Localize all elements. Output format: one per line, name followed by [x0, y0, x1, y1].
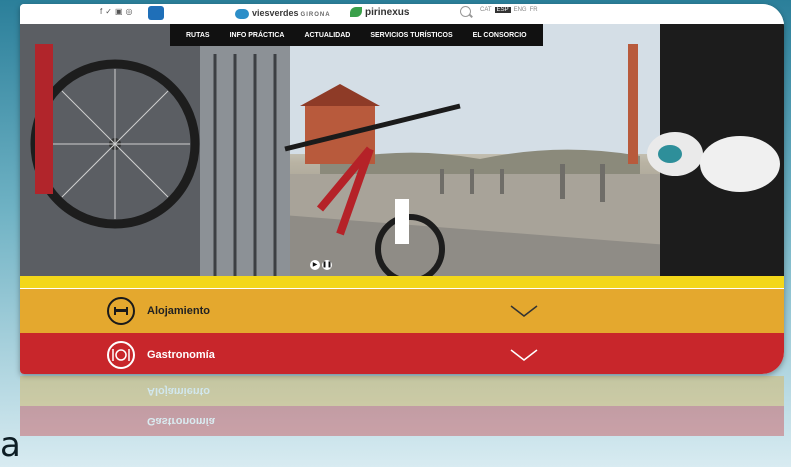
- viesverdes-logo-icon: [235, 8, 249, 19]
- section-label: Gastronomía: [147, 349, 215, 361]
- slider-controls: ▶ ❚❚: [310, 260, 332, 270]
- instagram-icon[interactable]: ◎: [126, 7, 133, 16]
- search-icon[interactable]: [460, 6, 471, 17]
- frame-reflection: Gastronomía Alojamiento: [20, 376, 784, 436]
- lang-eng[interactable]: ENG: [514, 7, 527, 13]
- pirinexus-logo-icon: [350, 7, 362, 18]
- bed-icon: [107, 297, 135, 325]
- reflection-label: Gastronomía: [147, 415, 215, 427]
- language-switcher: CAT ESP ENG FR: [480, 7, 538, 13]
- section-alojamiento[interactable]: Alojamiento: [20, 289, 784, 333]
- lang-cat[interactable]: CAT: [480, 7, 492, 13]
- nav-rutas[interactable]: RUTAS: [176, 32, 220, 39]
- pause-icon[interactable]: ❚❚: [322, 260, 332, 270]
- accent-strip: [20, 276, 784, 288]
- social-links: f ✓ ▣ ◎: [100, 7, 132, 16]
- brand-primary-text: viesverdes: [252, 8, 299, 18]
- hero-image: ▶ ❚❚: [20, 24, 784, 276]
- reflection-row-alojamiento: Alojamiento: [20, 376, 784, 406]
- viesverdes-logo[interactable]: viesverdes GIRONA: [235, 8, 331, 19]
- section-label: Alojamiento: [147, 305, 210, 317]
- lang-esp[interactable]: ESP: [494, 7, 511, 13]
- youtube-icon[interactable]: ▣: [115, 7, 123, 16]
- chevron-down-icon[interactable]: [510, 348, 538, 362]
- main-nav: RUTAS INFO PRÁCTICA ACTUALIDAD SERVICIOS…: [170, 24, 543, 46]
- nav-servicios-turisticos[interactable]: SERVICIOS TURÍSTICOS: [360, 32, 462, 39]
- corner-glyph: a: [0, 425, 21, 465]
- app-badge-icon[interactable]: [148, 6, 164, 20]
- reflection-label: Alojamiento: [147, 385, 210, 397]
- dining-icon: [107, 341, 135, 369]
- nav-actualidad[interactable]: ACTUALIDAD: [294, 32, 360, 39]
- chevron-down-icon[interactable]: [510, 304, 538, 318]
- brand-secondary-text: pirinexus: [365, 7, 410, 18]
- lang-fr[interactable]: FR: [530, 7, 538, 13]
- brand-primary-suffix: GIRONA: [300, 12, 331, 18]
- section-gastronomia[interactable]: Gastronomía: [20, 333, 784, 374]
- browser-frame: f ✓ ▣ ◎ viesverdes GIRONA pirinexus CAT E…: [20, 4, 784, 374]
- top-bar: f ✓ ▣ ◎ viesverdes GIRONA pirinexus CAT E…: [20, 4, 784, 24]
- nav-el-consorcio[interactable]: EL CONSORCIO: [463, 32, 537, 39]
- hero-photo: [20, 24, 784, 276]
- reflection-row-gastronomia: Gastronomía: [20, 406, 784, 436]
- twitter-icon[interactable]: ✓: [105, 7, 112, 16]
- nav-info-practica[interactable]: INFO PRÁCTICA: [220, 32, 295, 39]
- facebook-icon[interactable]: f: [100, 7, 102, 16]
- play-icon[interactable]: ▶: [310, 260, 320, 270]
- pirinexus-logo[interactable]: pirinexus: [350, 7, 409, 18]
